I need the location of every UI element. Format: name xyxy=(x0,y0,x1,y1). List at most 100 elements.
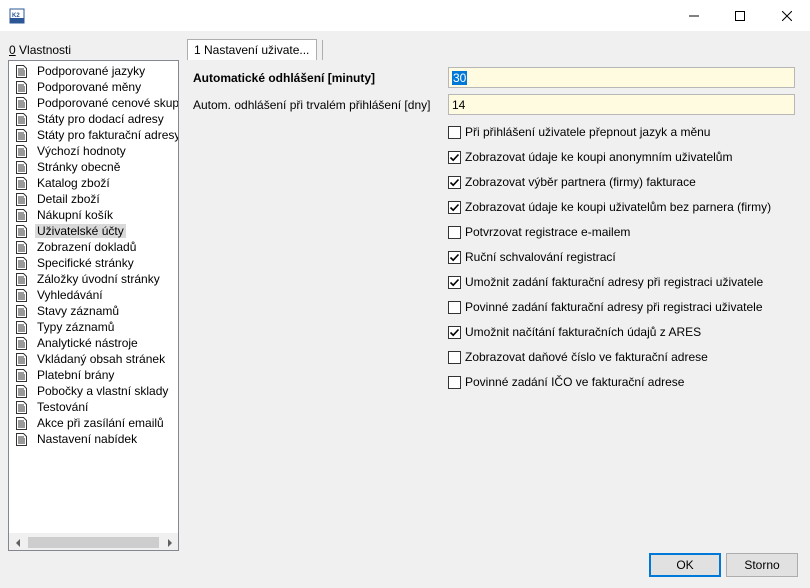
checkbox-row[interactable]: Zobrazovat údaje ke koupi anonymním uživ… xyxy=(448,149,732,165)
maximize-button[interactable] xyxy=(717,0,763,31)
tree-item[interactable]: Nákupní košík xyxy=(9,207,115,223)
checkbox-row[interactable]: Ruční schvalování registrací xyxy=(448,249,616,265)
title-bar: K2 xyxy=(0,0,810,31)
document-icon xyxy=(16,304,27,318)
document-icon xyxy=(16,176,27,190)
tree-item[interactable]: Nastavení nabídek xyxy=(9,431,139,447)
cancel-button[interactable]: Storno xyxy=(726,553,798,577)
minimize-button[interactable] xyxy=(671,0,717,31)
tree-item[interactable]: Stránky obecně xyxy=(9,159,122,175)
checkbox-row[interactable]: Při přihlášení uživatele přepnout jazyk … xyxy=(448,124,710,140)
field-label: Automatické odhlášení [minuty] xyxy=(193,71,376,85)
tree-item[interactable]: Podporované cenové skupiny xyxy=(9,95,178,111)
checkbox[interactable] xyxy=(448,250,461,264)
checkbox-label: Zobrazovat údaje ke koupi anonymním uživ… xyxy=(465,150,733,164)
tree-item[interactable]: Katalog zboží xyxy=(9,175,112,191)
tree-item-label: Stavy záznamů xyxy=(37,304,120,318)
checkbox[interactable] xyxy=(448,300,461,314)
document-icon xyxy=(16,80,27,94)
tree-item-label: Vkládaný obsah stránek xyxy=(37,352,166,366)
tree-item[interactable]: Platební brány xyxy=(9,367,116,383)
field-value: 30 xyxy=(452,70,468,85)
checkbox-label: Zobrazovat výběr partnera (firmy) faktur… xyxy=(465,175,696,189)
tab-user-settings[interactable]: 1 Nastavení uživate... xyxy=(187,39,317,60)
tree-item[interactable]: Akce při zasílání emailů xyxy=(9,415,166,431)
field-value: 14 xyxy=(452,97,466,112)
tree-item-label: Typy záznamů xyxy=(37,320,115,334)
checkbox[interactable] xyxy=(448,375,461,389)
checkbox[interactable] xyxy=(448,225,461,239)
tree-item-label: Státy pro fakturační adresy xyxy=(37,128,179,142)
scroll-right-icon[interactable] xyxy=(161,534,178,550)
tree-item[interactable]: Testování xyxy=(9,399,90,415)
field-input[interactable]: 14 xyxy=(448,94,795,115)
tree-item-label: Státy pro dodací adresy xyxy=(37,112,164,126)
tree-item[interactable]: Specifické stránky xyxy=(9,255,136,271)
checkbox-row[interactable]: Zobrazovat údaje ke koupi uživatelům bez… xyxy=(448,199,771,215)
checkbox[interactable] xyxy=(448,150,461,164)
checkbox-row[interactable]: Umožnit načítání fakturačních údajů z AR… xyxy=(448,324,701,340)
field-input[interactable]: 30 xyxy=(448,67,795,88)
checkbox[interactable] xyxy=(448,325,461,339)
tree-item[interactable]: Podporované měny xyxy=(9,79,143,95)
tree-item-label: Detail zboží xyxy=(37,192,100,206)
ok-button[interactable]: OK xyxy=(649,553,721,577)
properties-tree[interactable]: Nastavení nabídek Akce při zasílání email… xyxy=(8,60,179,551)
tree-item[interactable]: Analytické nástroje xyxy=(9,335,140,351)
document-icon xyxy=(16,160,27,174)
tree-item-label: Zobrazení dokladů xyxy=(37,240,137,254)
checkbox-row[interactable]: Umožnit zadání fakturační adresy při reg… xyxy=(448,274,763,290)
tree-item[interactable]: Vkládaný obsah stránek xyxy=(9,351,167,367)
tree-item[interactable]: Státy pro fakturační adresy xyxy=(9,127,179,143)
checkbox-label: Umožnit zadání fakturační adresy při reg… xyxy=(465,275,764,289)
tree-item-label: Uživatelské účty xyxy=(35,224,126,238)
checkbox-row[interactable]: Povinné zadání fakturační adresy při reg… xyxy=(448,299,763,315)
tree-item[interactable]: Stavy záznamů xyxy=(9,303,121,319)
checkbox-row[interactable]: Potvrzovat registrace e-mailem xyxy=(448,224,630,240)
document-icon xyxy=(16,112,27,126)
tree-item-label: Vyhledávání xyxy=(37,288,103,302)
checkbox-label: Při přihlášení uživatele přepnout jazyk … xyxy=(465,125,711,139)
tree-item-label: Platební brány xyxy=(37,368,115,382)
document-icon xyxy=(16,416,27,430)
tree-item-label: Pobočky a vlastní sklady xyxy=(37,384,169,398)
checkbox-row[interactable]: Povinné zadání IČO ve fakturační adrese xyxy=(448,374,684,390)
document-icon xyxy=(16,352,27,366)
tree-item[interactable]: Záložky úvodní stránky xyxy=(9,271,162,287)
tree-item[interactable]: Výchozí hodnoty xyxy=(9,143,128,159)
tree-item[interactable]: Zobrazení dokladů xyxy=(9,239,138,255)
checkbox[interactable] xyxy=(448,175,461,189)
document-icon xyxy=(16,224,27,238)
tree-item[interactable]: Detail zboží xyxy=(9,191,102,207)
tree-item[interactable]: Typy záznamů xyxy=(9,319,116,335)
document-icon xyxy=(16,208,27,222)
document-icon xyxy=(16,336,27,350)
tree-item[interactable]: Pobočky a vlastní sklady xyxy=(9,383,170,399)
tab-divider xyxy=(322,40,323,60)
checkbox-row[interactable]: Zobrazovat výběr partnera (firmy) faktur… xyxy=(448,174,696,190)
tree-item-label: Záložky úvodní stránky xyxy=(37,272,160,286)
checkbox[interactable] xyxy=(448,350,461,364)
tree-item[interactable]: Státy pro dodací adresy xyxy=(9,111,166,127)
document-icon xyxy=(16,368,27,382)
tree-item[interactable]: Uživatelské účty xyxy=(9,223,126,239)
checkbox-label: Zobrazovat údaje ke koupi uživatelům bez… xyxy=(465,200,772,214)
tree-item[interactable]: Podporované jazyky xyxy=(9,63,147,79)
checkbox-row[interactable]: Zobrazovat daňové číslo ve fakturační ad… xyxy=(448,349,708,365)
scrollbar-thumb[interactable] xyxy=(28,537,159,548)
close-button[interactable] xyxy=(764,0,810,31)
checkbox[interactable] xyxy=(448,275,461,289)
checkbox-label: Umožnit načítání fakturačních údajů z AR… xyxy=(465,325,702,339)
tree-item-label: Stránky obecně xyxy=(37,160,121,174)
checkbox[interactable] xyxy=(448,125,461,139)
checkbox-label: Povinné zadání fakturační adresy při reg… xyxy=(465,300,763,314)
horizontal-scrollbar[interactable] xyxy=(9,533,178,550)
tree-item[interactable]: Vyhledávání xyxy=(9,287,105,303)
checkbox[interactable] xyxy=(448,200,461,214)
tree-item-label: Akce při zasílání emailů xyxy=(37,416,164,430)
document-icon xyxy=(16,256,27,270)
tree-item-label: Specifické stránky xyxy=(37,256,134,270)
scroll-left-icon[interactable] xyxy=(9,534,26,550)
checkbox-label: Zobrazovat daňové číslo ve fakturační ad… xyxy=(465,350,708,364)
document-icon xyxy=(16,272,27,286)
